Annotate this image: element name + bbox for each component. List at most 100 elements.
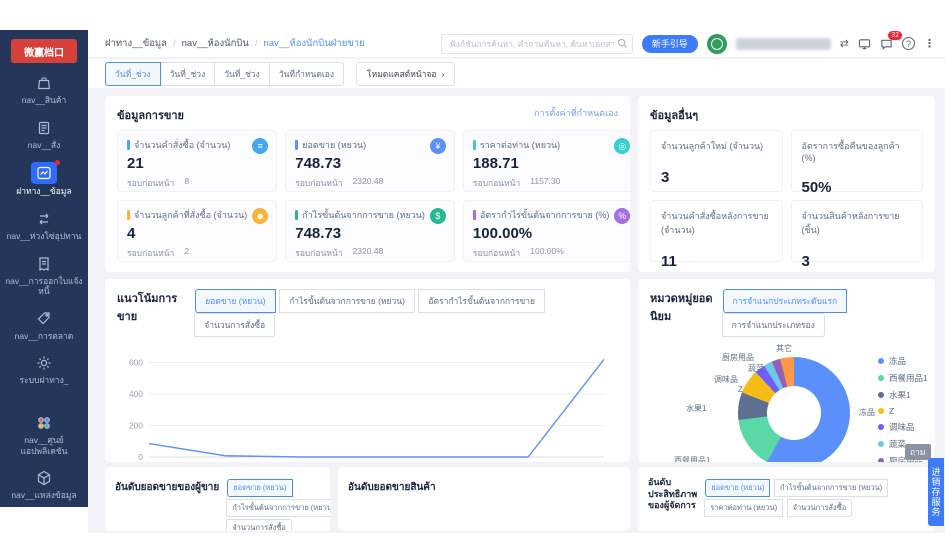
swap-arrows-icon — [32, 209, 56, 229]
stat-value: 748.73 — [295, 155, 445, 172]
sidebar-item-system[interactable]: ระบบฝาทาง_ — [2, 353, 86, 386]
svg-text:200: 200 — [129, 420, 143, 430]
username-redacted — [736, 38, 831, 50]
help-icon[interactable]: ? — [902, 37, 915, 50]
tab-date-range-3[interactable]: วันที่_ช่วง — [214, 62, 270, 86]
breadcrumb-separator: / — [173, 38, 176, 49]
top-bar: ฝาทาง__ข้อมูล / nav__ห้องนักบิน / nav__ห… — [88, 30, 945, 58]
search-input[interactable] — [441, 34, 633, 54]
screen-cast-button[interactable]: โหมดแคสต์หน้าจอ › — [356, 62, 455, 86]
tab-date-range-1[interactable]: วันที่_ช่วง — [105, 62, 161, 86]
tab-date-custom[interactable]: วันที่กำหนดเอง — [269, 62, 344, 86]
avatar[interactable] — [707, 34, 727, 54]
bag-icon — [32, 73, 56, 93]
legend-item: 调味品 — [878, 421, 928, 433]
product-ranking-title: อันดับยอดขายสินค้า — [348, 477, 436, 495]
sidebar-item-supply-chain[interactable]: nav__ห่วงโซ่อุปทาน — [2, 209, 86, 242]
donut-label: 水果1 — [686, 403, 706, 414]
donut-label: 蔬菜 — [748, 363, 764, 374]
sidebar-item-data-source[interactable]: nav__แหล่งข้อมูล — [2, 468, 86, 501]
switch-account-icon[interactable]: ⇄ — [840, 37, 849, 50]
more-menu-icon[interactable]: ⋮ — [924, 37, 935, 50]
stat-card-repurchase-rate: อัตราการซื้อคืนของลูกค้า (%) 50% — [791, 130, 924, 192]
prev-value: 2320.48 — [353, 246, 384, 260]
manager-tab-sales[interactable]: ยอดขาย (หยวน) — [705, 479, 770, 497]
stat-value: 50% — [802, 179, 913, 196]
manager-tab-profit[interactable]: กำไรขั้นต้นจากการขาย (หยวน) — [774, 479, 888, 497]
donut-label: 其它 — [776, 343, 792, 354]
sidebar-item-marketing[interactable]: nav__การตลาด — [2, 309, 86, 342]
sidebar: 微赢档口 nav__สินค้า nav__สั่ง ฝาทาง__ข้อมูล… — [0, 30, 88, 507]
percent-icon: % — [614, 208, 630, 224]
stat-card-sales-amount: ยอดขาย (หยวน) ¥ 748.73 รอบก่อนหน้า2320.4… — [285, 130, 455, 192]
device-monitor-icon[interactable] — [858, 38, 871, 50]
trend-tab-orders[interactable]: จำนวนการสั่งซื้อ — [194, 313, 275, 337]
trend-tab-profit[interactable]: กำไรขั้นต้นจากการขาย (หยวน) — [279, 289, 415, 313]
other-data-panel: ข้อมูลอื่นๆ จำนวนลูกค้าใหม่ (จำนวน) 3 อั… — [638, 96, 935, 272]
legend-item: 西餐用品1 — [878, 372, 928, 384]
sidebar-item-products[interactable]: nav__สินค้า — [2, 73, 86, 106]
stat-card-order-count: จำนวนคำสั่งซื้อ (จำนวน) ≡ 21 รอบก่อนหน้า… — [117, 130, 277, 192]
custom-settings-link[interactable]: การตั้งค่าที่กำหนดเอง — [534, 106, 618, 120]
stat-value: 188.71 — [473, 155, 629, 172]
accent-bar — [473, 210, 476, 220]
accent-bar — [127, 210, 130, 220]
manager-tab-price[interactable]: ราคาต่อท่าน (หยวน) — [704, 499, 783, 517]
trend-tab-margin[interactable]: อัตรากำไรขั้นต้นจากการขาย — [418, 289, 545, 313]
sidebar-item-data-portal[interactable]: ฝาทาง__ข้อมูล — [2, 162, 86, 197]
svg-text:600: 600 — [129, 357, 143, 367]
sidebar-item-label: ฝาทาง__ข้อมูล — [16, 186, 71, 197]
toggle-primary-category[interactable]: การจำแนกประเภทระดับแรก — [723, 289, 848, 313]
seller-tab-orders[interactable]: จำนวนการสั่งซื้อ — [226, 519, 292, 531]
sales-panel-title: ข้อมูลการขาย — [117, 106, 184, 124]
seller-ranking-panel: อันดับยอดขายของผู้ขาย ยอดขาย (หยวน) กำไร… — [105, 467, 330, 531]
legend-item: 冻品 — [878, 355, 928, 367]
breadcrumb-item[interactable]: ฝาทาง__ข้อมูล — [105, 36, 167, 51]
messages-icon[interactable]: 32 — [880, 38, 893, 50]
mini-tooltip: ถาม — [905, 444, 931, 460]
seller-ranking-tabs: ยอดขาย (หยวน) กำไรขั้นต้นจากการขาย (หยวน… — [227, 477, 330, 531]
sidebar-item-label: nav__แหล่งข้อมูล — [11, 490, 76, 501]
accent-bar — [295, 210, 298, 220]
search-icon — [617, 38, 628, 49]
manager-tab-orders[interactable]: จำนวนการสั่งซื้อ — [787, 499, 853, 517]
donut-label: Z — [738, 385, 743, 394]
seller-tab-sales[interactable]: ยอดขาย (หยวน) — [227, 479, 292, 497]
prev-value: 100.00% — [530, 246, 564, 260]
seller-ranking-title: อันดับยอดขายของผู้ขาย — [115, 477, 219, 495]
svg-text:400: 400 — [129, 389, 143, 399]
seller-tab-profit[interactable]: กำไรขั้นต้นจากการขาย (หยวน) — [226, 499, 330, 517]
price-icon: ◎ — [614, 138, 630, 154]
stat-value: 100.00% — [473, 225, 629, 242]
sidebar-item-orders[interactable]: nav__สั่ง — [2, 118, 86, 151]
sidebar-item-invoicing[interactable]: nav__การออกใบแจ้งหนี้ — [2, 254, 86, 297]
prev-value: 2320.48 — [353, 176, 384, 190]
guide-button[interactable]: 新手引导 — [642, 35, 698, 53]
date-range-tabs: วันที่_ช่วง วันที่_ช่วง วันที่_ช่วง วันท… — [105, 62, 344, 86]
other-cards-grid: จำนวนลูกค้าใหม่ (จำนวน) 3 อัตราการซื้อคื… — [650, 130, 923, 262]
service-widget[interactable]: 进销存服务 — [928, 458, 944, 526]
breadcrumb-separator: / — [255, 38, 258, 49]
profit-icon: $ — [430, 208, 446, 224]
breadcrumb-item[interactable]: nav__ห้องนักบิน — [182, 36, 249, 51]
breadcrumb: ฝาทาง__ข้อมูล / nav__ห้องนักบิน / nav__ห… — [105, 36, 365, 51]
sidebar-item-app-center[interactable]: nav__ศูนย์แอปพลิเคชัน — [2, 413, 86, 456]
accent-bar — [127, 140, 130, 150]
stat-value: 3 — [661, 169, 772, 186]
stat-value: 11 — [661, 253, 772, 270]
donut-label: 西餐用品1 — [674, 455, 710, 462]
sales-cards-grid: จำนวนคำสั่งซื้อ (จำนวน) ≡ 21 รอบก่อนหน้า… — [117, 130, 618, 262]
sales-data-panel: ข้อมูลการขาย การตั้งค่าที่กำหนดเอง จำนวน… — [105, 96, 630, 272]
stat-card-new-customers: จำนวนลูกค้าใหม่ (จำนวน) 3 — [650, 130, 783, 192]
gear-icon — [32, 353, 56, 373]
breadcrumb-item-current: nav__ห้องนักบินฝ่ายขาย — [264, 36, 365, 51]
main-area: ฝาทาง__ข้อมูล / nav__ห้องนักบิน / nav__ห… — [88, 30, 945, 546]
sidebar-item-label: nav__สินค้า — [22, 95, 67, 106]
toggle-secondary-category[interactable]: การจำแนกประเภทรอง — [722, 313, 825, 337]
trend-tab-sales[interactable]: ยอดขาย (หยวน) — [195, 289, 275, 313]
header-actions: 新手引导 ⇄ 32 ? ⋮ — [441, 34, 935, 54]
apps-grid-icon — [32, 413, 56, 433]
manager-ranking-panel: อันดับประสิทธิภาพของผู้จัดการ ยอดขาย (หย… — [638, 467, 935, 531]
tab-date-range-2[interactable]: วันที่_ช่วง — [160, 62, 216, 86]
sidebar-item-label: nav__การตลาด — [15, 331, 74, 342]
